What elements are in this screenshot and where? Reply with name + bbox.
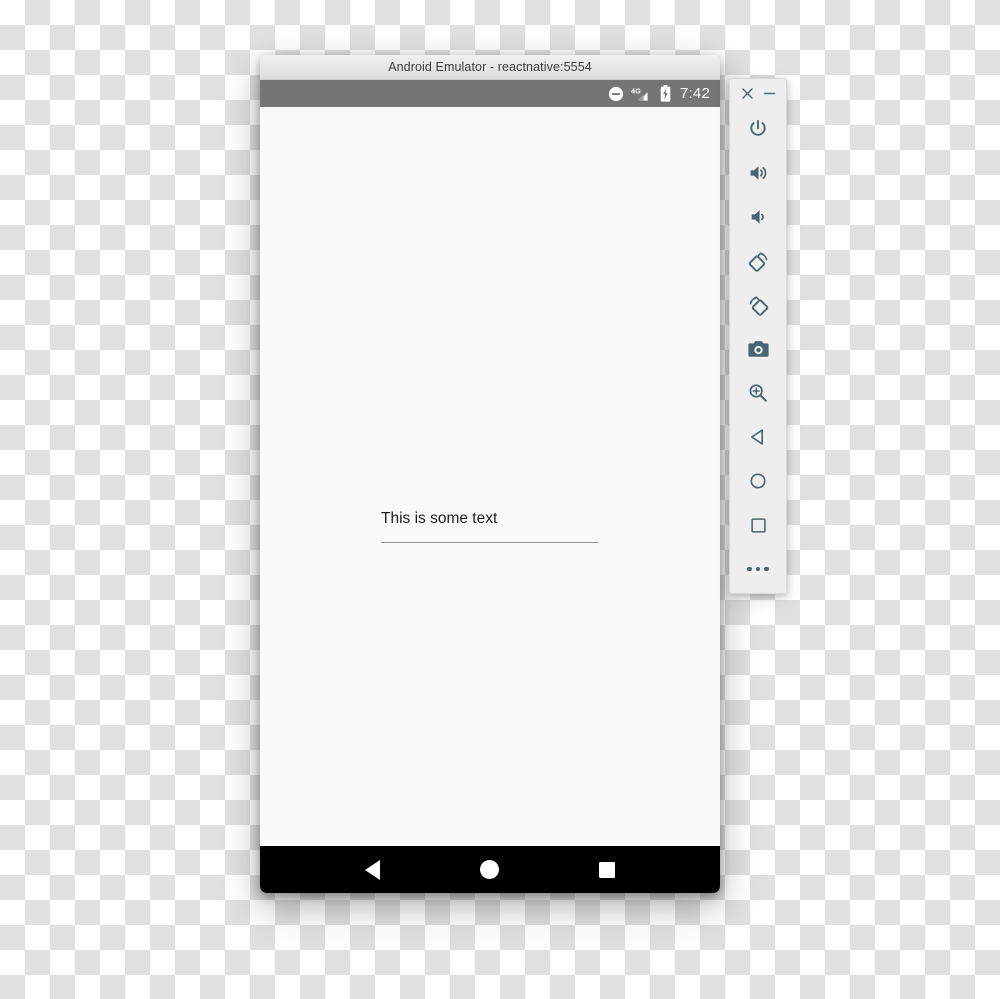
text-input-underline xyxy=(381,542,598,543)
window-title: Android Emulator - reactnative:5554 xyxy=(388,60,592,74)
magnifier-zoom-in-icon xyxy=(747,382,769,404)
nav-home-button[interactable] xyxy=(467,847,513,893)
square-overview-icon xyxy=(749,516,768,535)
volume-up-icon xyxy=(747,162,770,184)
svg-text:4G: 4G xyxy=(631,86,641,95)
window-titlebar[interactable]: Android Emulator - reactnative:5554 xyxy=(260,55,720,80)
triangle-back-icon xyxy=(365,859,381,880)
toolbar-back-button[interactable] xyxy=(729,415,787,459)
status-bar-clock: 7:42 xyxy=(680,85,710,102)
nav-back-button[interactable] xyxy=(350,847,396,893)
android-nav-bar xyxy=(260,846,720,893)
rotate-left-icon xyxy=(747,250,770,273)
volume-down-icon xyxy=(747,206,770,228)
text-input-value: This is some text xyxy=(381,510,498,527)
rotate-right-icon xyxy=(747,294,770,317)
toolbar-volume-up-button[interactable] xyxy=(729,151,787,195)
toolbar-more-button[interactable] xyxy=(729,547,787,591)
toolbar-zoom-button[interactable] xyxy=(729,371,787,415)
square-overview-icon xyxy=(599,861,616,878)
power-icon xyxy=(747,118,769,140)
signal-4g-icon: 4G xyxy=(631,86,653,102)
camera-icon xyxy=(747,339,770,359)
toolbar-screenshot-button[interactable] xyxy=(729,327,787,371)
toolbar-rotate-left-button[interactable] xyxy=(729,239,787,283)
circle-home-icon xyxy=(480,860,500,879)
toolbar-volume-down-button[interactable] xyxy=(729,195,787,239)
toolbar-window-controls xyxy=(730,79,786,107)
battery-charging-icon xyxy=(660,85,671,102)
toolbar-home-button[interactable] xyxy=(729,459,787,503)
app-screen: This is some text xyxy=(260,107,720,846)
minimize-icon[interactable] xyxy=(760,84,778,102)
android-status-bar: 4G 7:42 xyxy=(260,80,720,107)
close-icon[interactable] xyxy=(738,84,756,102)
emulator-toolbar xyxy=(729,78,787,594)
toolbar-rotate-right-button[interactable] xyxy=(729,283,787,327)
do-not-disturb-icon xyxy=(608,86,624,102)
text-input-field[interactable]: This is some text xyxy=(381,508,598,543)
triangle-back-icon xyxy=(748,427,768,447)
more-dots-icon xyxy=(747,566,769,572)
nav-overview-button[interactable] xyxy=(584,847,630,893)
emulator-window: Android Emulator - reactnative:5554 4G 7… xyxy=(260,55,720,893)
toolbar-power-button[interactable] xyxy=(729,107,787,151)
circle-home-icon xyxy=(748,471,768,491)
toolbar-overview-button[interactable] xyxy=(729,503,787,547)
